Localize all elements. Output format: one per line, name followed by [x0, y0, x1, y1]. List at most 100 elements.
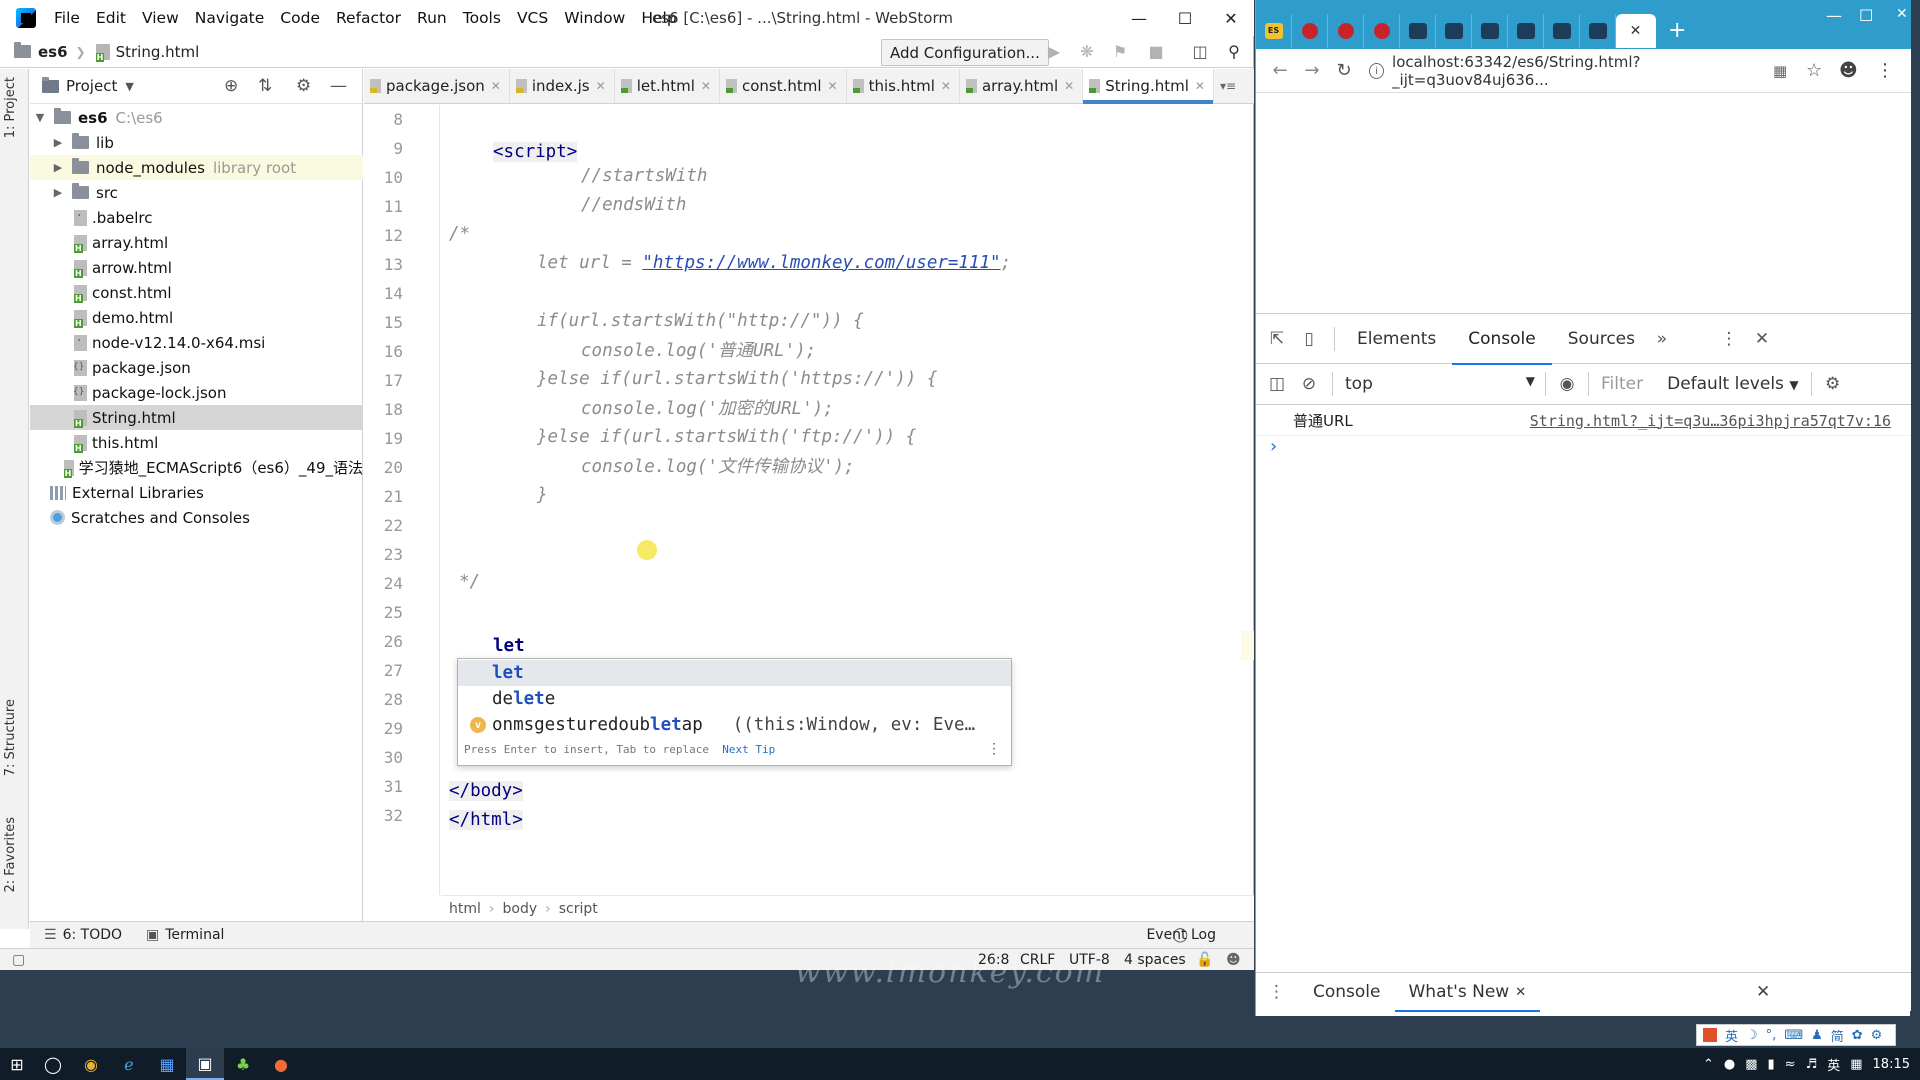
next-tip-link[interactable]: Next Tip — [722, 743, 775, 756]
clover-taskbar-icon[interactable]: ♣ — [224, 1048, 262, 1080]
autocomplete-item[interactable]: de let e — [458, 686, 1011, 712]
breadcrumb-project[interactable]: es6 — [0, 42, 68, 61]
close-tab-icon[interactable]: ✕ — [1064, 79, 1074, 93]
browser-tab[interactable] — [1436, 13, 1472, 48]
tree-item[interactable]: package.json — [30, 355, 363, 380]
tab-this-html[interactable]: this.html ✕ — [847, 69, 960, 103]
tree-item[interactable]: this.html — [30, 430, 363, 455]
tray-chevron-icon[interactable]: ⌃ — [1703, 1057, 1714, 1072]
chevron-right-icon[interactable]: ▶ — [52, 161, 64, 174]
edge-taskbar-icon[interactable]: ℯ — [110, 1048, 148, 1080]
browser-tab[interactable] — [1400, 13, 1436, 48]
ime-indicator[interactable]: 英 — [1827, 1055, 1840, 1074]
todo-tool-button[interactable]: 6: TODO — [63, 927, 122, 943]
site-info-icon[interactable]: i — [1369, 63, 1385, 79]
more-tabs-icon[interactable]: » — [1651, 328, 1673, 350]
search-icon[interactable]: ⚲ — [1224, 42, 1244, 62]
close-tab-icon[interactable]: ✕ — [1515, 985, 1526, 1000]
sidebar-toggle-icon[interactable]: ◫ — [1266, 373, 1288, 395]
tree-item[interactable]: 学习猿地_ECMAScript6（es6）_49_语法 — [30, 455, 363, 480]
volume-icon[interactable]: ♬ — [1806, 1057, 1818, 1072]
browser-tab[interactable] — [1544, 13, 1580, 48]
close-tab-icon[interactable]: ✕ — [941, 79, 951, 93]
punctuation-icon[interactable]: °, — [1766, 1028, 1777, 1043]
ime-language-toggle[interactable]: 英 — [1725, 1026, 1738, 1045]
breadcrumb-body[interactable]: body — [503, 901, 538, 917]
browser-tab[interactable] — [1364, 13, 1400, 48]
cortana-search-icon[interactable]: ◯ — [34, 1048, 72, 1080]
log-levels-dropdown[interactable]: Default levels ▼ — [1667, 374, 1798, 394]
drawer-menu-icon[interactable]: ⋮ — [1268, 982, 1285, 1002]
network-icon[interactable]: ▩ — [1745, 1057, 1757, 1072]
tab-package-json[interactable]: package.json ✕ — [364, 69, 510, 103]
browser-tab[interactable] — [1580, 13, 1616, 48]
close-tab-icon[interactable]: ✕ — [491, 79, 501, 93]
settings-gear-icon[interactable]: ⚙ — [1871, 1028, 1883, 1043]
minimize-icon[interactable]: — — [1116, 0, 1162, 36]
tree-item[interactable]: node-v12.14.0-x64.msi — [30, 330, 363, 355]
more-options-icon[interactable]: ⋮ — [987, 741, 1001, 757]
console-filter-input[interactable]: Filter — [1601, 374, 1643, 394]
clear-console-icon[interactable]: ⊘ — [1298, 373, 1320, 395]
tab-let-html[interactable]: let.html ✕ — [615, 69, 720, 103]
tab-index-js[interactable]: index.js ✕ — [510, 69, 615, 103]
console-prompt-icon[interactable]: › — [1270, 436, 1277, 457]
tab-sources[interactable]: Sources — [1552, 314, 1651, 364]
tree-item[interactable]: External Libraries — [30, 480, 363, 505]
run-icon[interactable]: ▶ — [1044, 42, 1064, 62]
forward-icon[interactable]: → — [1296, 60, 1328, 81]
menu-run[interactable]: Run — [417, 9, 447, 27]
stop-icon[interactable]: ■ — [1146, 42, 1166, 62]
close-drawer-icon[interactable]: ✕ — [1756, 982, 1770, 1002]
moon-icon[interactable]: ☽ — [1746, 1028, 1758, 1043]
chrome-menu-icon[interactable]: ⋮ — [1876, 60, 1894, 81]
tab-string-html[interactable]: String.html ✕ — [1083, 69, 1214, 104]
hide-panel-icon[interactable]: — — [330, 76, 347, 96]
tree-item[interactable]: ▶ src — [30, 180, 363, 205]
browser-tab[interactable] — [1328, 13, 1364, 48]
close-icon[interactable]: ✕ — [1208, 0, 1254, 36]
tree-item[interactable]: package-lock.json — [30, 380, 363, 405]
device-toolbar-icon[interactable]: ▯ — [1298, 328, 1320, 350]
menu-navigate[interactable]: Navigate — [195, 9, 265, 27]
maximize-icon[interactable]: ☐ — [1162, 0, 1208, 36]
wifi-icon[interactable]: ≈ — [1785, 1057, 1796, 1072]
ime-tray-icon[interactable]: ▦ — [1850, 1057, 1862, 1072]
clock[interactable]: 18:15 — [1873, 1057, 1910, 1072]
browser-tab[interactable] — [1292, 13, 1328, 48]
ime-simplified-toggle[interactable]: 简 — [1831, 1026, 1844, 1045]
chevron-down-icon[interactable]: ▼ — [125, 80, 133, 93]
close-tab-icon[interactable]: ✕ — [1630, 23, 1642, 39]
chevron-down-icon[interactable]: ▼ — [34, 111, 46, 124]
inspect-element-icon[interactable]: ⇱ — [1266, 328, 1288, 350]
menu-tools[interactable]: Tools — [463, 9, 501, 27]
bookmark-star-icon[interactable]: ☆ — [1806, 60, 1822, 81]
menu-window[interactable]: Window — [564, 9, 625, 27]
devtools-menu-icon[interactable]: ⋮ — [1718, 328, 1740, 350]
drawer-tab-whats-new[interactable]: What's New ✕ — [1394, 973, 1541, 1012]
console-settings-gear-icon[interactable]: ⚙ — [1822, 373, 1844, 395]
lock-icon[interactable]: 🔓 — [1196, 952, 1213, 968]
maximize-icon[interactable]: ☐ — [1859, 6, 1873, 25]
tab-const-html[interactable]: const.html ✕ — [720, 69, 847, 103]
context-selector[interactable]: top ▼ — [1345, 374, 1535, 394]
menu-code[interactable]: Code — [280, 9, 320, 27]
close-tab-icon[interactable]: ✕ — [828, 79, 838, 93]
autocomplete-item[interactable]: let — [458, 660, 1011, 686]
tab-elements[interactable]: Elements — [1341, 314, 1452, 364]
event-log-button[interactable]: Event Log — [1146, 927, 1216, 943]
project-view-selector[interactable]: Project — [66, 77, 117, 95]
debug-icon[interactable]: ❋ — [1077, 42, 1097, 62]
tree-item[interactable]: array.html — [30, 230, 363, 255]
profile-avatar-icon[interactable]: ☻ — [1839, 60, 1858, 81]
menu-refactor[interactable]: Refactor — [336, 9, 401, 27]
browser-tab[interactable] — [1508, 13, 1544, 48]
indent-setting[interactable]: 4 spaces — [1124, 952, 1186, 968]
log-source-link[interactable]: String.html?_ijt=q3u…36pi3hpjra57qt7v:16 — [1530, 412, 1891, 430]
autocomplete-item[interactable]: v onmsgesturedoub let ap ((this:Window, ev:… — [458, 712, 1011, 738]
toggle-tool-windows-icon[interactable]: ▢ — [12, 952, 25, 968]
terminal-tool-button[interactable]: Terminal — [165, 927, 224, 943]
browser-tab[interactable] — [1472, 13, 1508, 48]
menu-vcs[interactable]: VCS — [517, 9, 548, 27]
coverage-icon[interactable]: ⚑ — [1110, 42, 1130, 62]
